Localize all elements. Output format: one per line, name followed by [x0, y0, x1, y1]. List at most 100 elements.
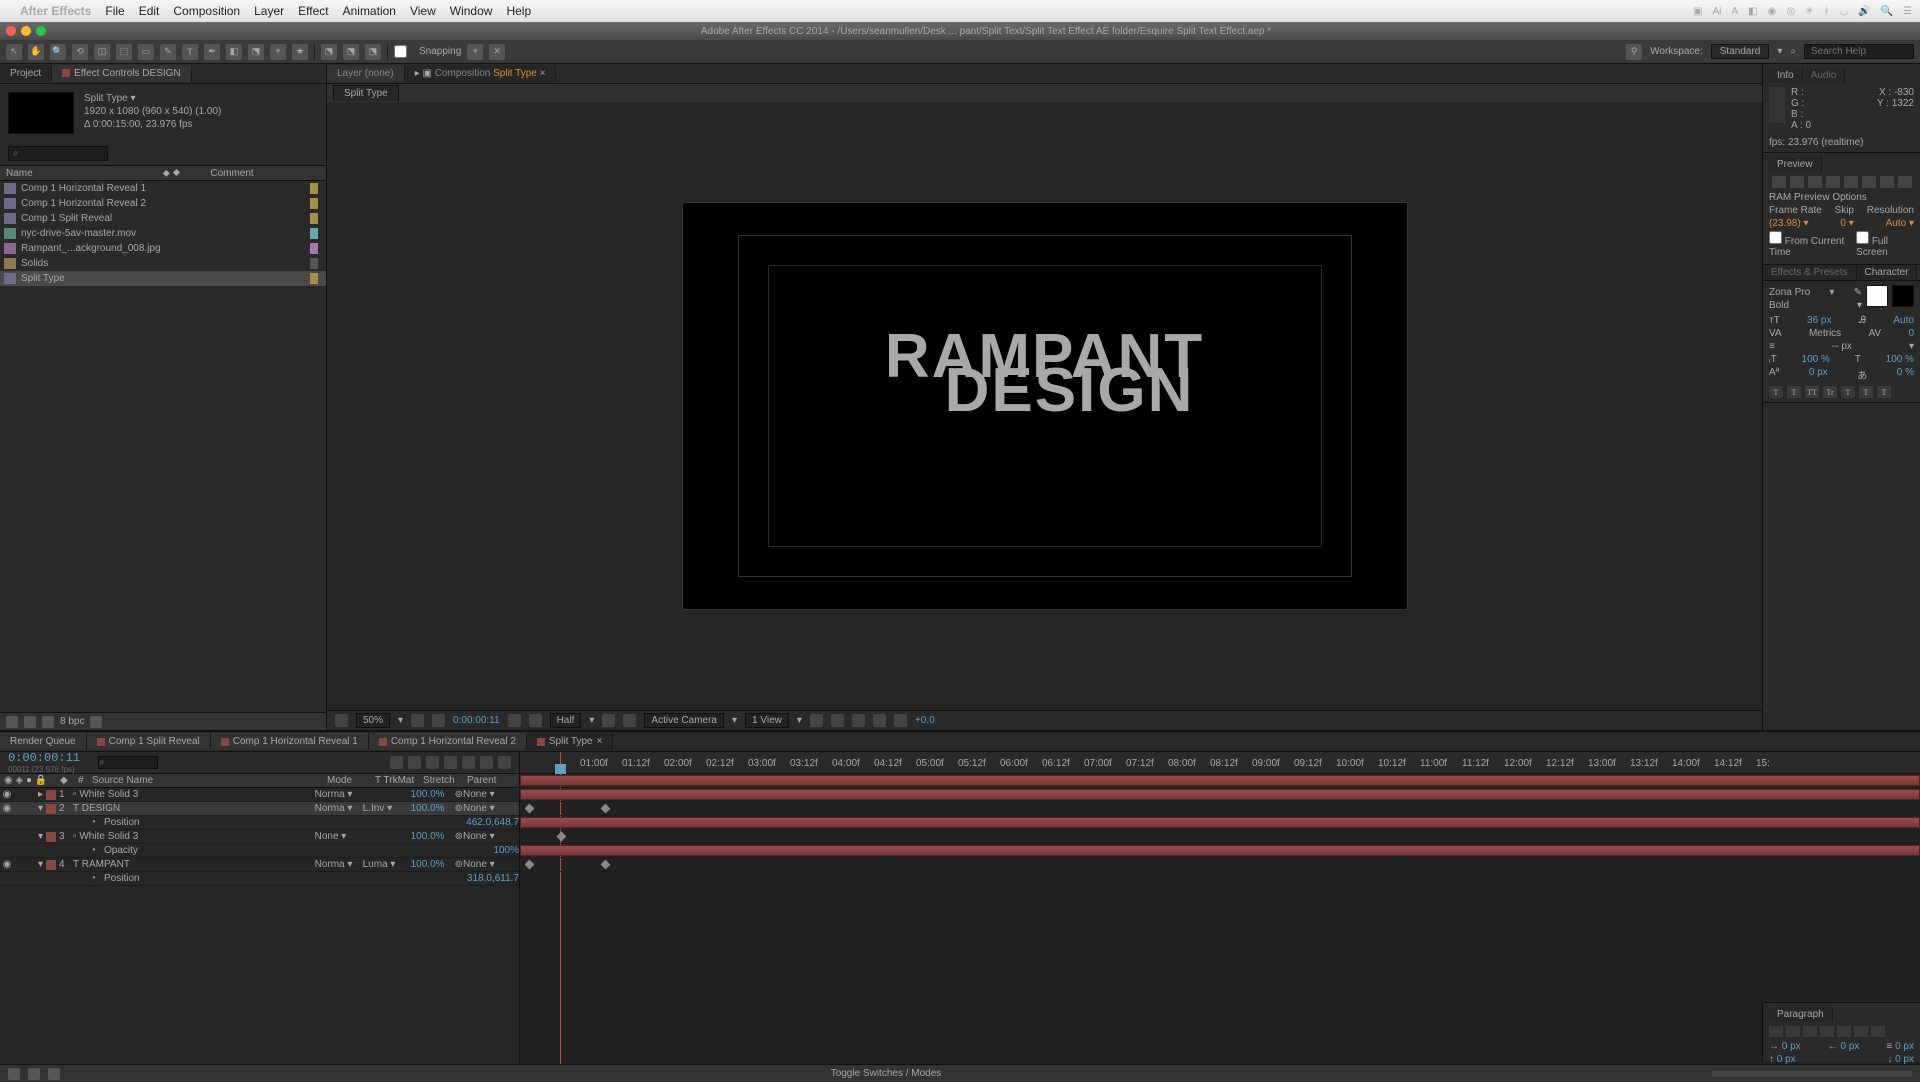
- stopwatch-icon[interactable]: ◔: [90, 845, 104, 856]
- track-row[interactable]: [520, 858, 1920, 872]
- type-tool[interactable]: T: [182, 44, 198, 60]
- draft-3d-icon[interactable]: [408, 756, 421, 769]
- hide-shy-icon[interactable]: [426, 756, 439, 769]
- parent-dropdown[interactable]: None ▾: [463, 803, 519, 814]
- menu-view[interactable]: View: [410, 4, 436, 18]
- brainstorm-icon[interactable]: [498, 756, 511, 769]
- close-tab-icon[interactable]: ×: [540, 68, 546, 79]
- faux-bold-button[interactable]: T: [1769, 386, 1783, 398]
- label-swatch[interactable]: [310, 183, 318, 194]
- keyframe[interactable]: [601, 804, 611, 814]
- wifi-icon[interactable]: ◡: [1839, 6, 1848, 17]
- workspace-dropdown[interactable]: Standard: [1711, 44, 1770, 59]
- stroke-width-value[interactable]: -- px: [1832, 341, 1852, 352]
- camera-tool[interactable]: ◫: [94, 44, 110, 60]
- menu-animation[interactable]: Animation: [343, 4, 396, 18]
- eraser-tool[interactable]: ⬔: [248, 44, 264, 60]
- selection-tool[interactable]: ↖: [6, 44, 22, 60]
- app-name[interactable]: After Effects: [20, 4, 91, 18]
- timeline-tracks[interactable]: 01:00f01:12f02:00f02:12f03:00f03:12f04:0…: [520, 752, 1920, 1064]
- zoom-tool[interactable]: 🔍: [50, 44, 66, 60]
- pen-tool[interactable]: ✎: [160, 44, 176, 60]
- bluetooth-icon[interactable]: ᚼ: [1823, 6, 1829, 17]
- align-left-button[interactable]: [1769, 1026, 1783, 1037]
- chevron-down-icon[interactable]: ▾: [797, 715, 802, 726]
- spotlight-icon[interactable]: 🔍: [1881, 6, 1893, 17]
- blend-mode-dropdown[interactable]: None ▾: [315, 831, 363, 842]
- frame-blend-icon[interactable]: [28, 1068, 40, 1080]
- world-axis-icon[interactable]: ⬔: [343, 44, 359, 60]
- stretch-value[interactable]: 100.0%: [411, 859, 455, 870]
- project-item[interactable]: Rampant_...ackground_008.jpg: [0, 241, 326, 256]
- blend-mode-dropdown[interactable]: Norma ▾: [315, 803, 363, 814]
- project-search-input[interactable]: [8, 146, 108, 161]
- label-swatch[interactable]: [310, 273, 318, 284]
- col-mode[interactable]: Mode: [323, 775, 371, 786]
- timeline-tab[interactable]: Comp 1 Horizontal Reveal 1: [211, 733, 369, 750]
- fill-color-swatch[interactable]: [1866, 285, 1888, 307]
- snapshot-icon[interactable]: [508, 714, 521, 727]
- project-item[interactable]: Comp 1 Horizontal Reveal 1: [0, 181, 326, 196]
- layer-label[interactable]: [46, 790, 56, 800]
- col-parent[interactable]: Parent: [463, 775, 519, 786]
- trash-icon[interactable]: [90, 716, 102, 728]
- track-row[interactable]: [520, 844, 1920, 858]
- status-icon[interactable]: ▣: [1693, 6, 1702, 17]
- from-current-checkbox[interactable]: [1769, 231, 1782, 244]
- effect-controls-tab[interactable]: Effect Controls DESIGN: [52, 65, 192, 82]
- clone-tool[interactable]: ◧: [226, 44, 242, 60]
- superscript-button[interactable]: T: [1841, 386, 1855, 398]
- chevron-down-icon[interactable]: ▾: [1829, 287, 1834, 298]
- full-screen-checkbox[interactable]: [1856, 231, 1869, 244]
- layer-name[interactable]: White Solid 3: [79, 831, 138, 842]
- label-swatch[interactable]: [310, 213, 318, 224]
- property-value[interactable]: 100%: [493, 845, 519, 856]
- track-row[interactable]: [520, 830, 1920, 844]
- status-icon[interactable]: A: [1731, 6, 1738, 17]
- always-preview-icon[interactable]: [335, 714, 348, 727]
- chevron-down-icon[interactable]: ▾: [732, 715, 737, 726]
- track-row[interactable]: [520, 816, 1920, 830]
- bpc-button[interactable]: 8 bpc: [60, 716, 84, 727]
- col-source[interactable]: Source Name: [88, 775, 323, 786]
- track-row[interactable]: [520, 802, 1920, 816]
- stretch-value[interactable]: 100.0%: [411, 831, 455, 842]
- menu-layer[interactable]: Layer: [254, 4, 284, 18]
- space-after-value[interactable]: 0 px: [1895, 1054, 1914, 1065]
- flowchart-icon[interactable]: [873, 714, 886, 727]
- project-item[interactable]: Split Type: [0, 271, 326, 286]
- tracking-value[interactable]: 0: [1908, 328, 1914, 339]
- project-item[interactable]: Comp 1 Horizontal Reveal 2: [0, 196, 326, 211]
- col-number[interactable]: #: [74, 775, 88, 786]
- chevron-down-icon[interactable]: ▾: [398, 715, 403, 726]
- property-value[interactable]: 318.0,611.7: [467, 873, 519, 884]
- stopwatch-icon[interactable]: ◔: [90, 817, 104, 828]
- puppet-tool[interactable]: ★: [292, 44, 308, 60]
- snap-option-icon[interactable]: ⌖: [467, 44, 483, 60]
- twirl-icon[interactable]: ▸: [38, 789, 43, 800]
- play-button[interactable]: [1808, 176, 1822, 188]
- layer-label[interactable]: [46, 804, 56, 814]
- label-swatch[interactable]: [310, 228, 318, 239]
- stopwatch-icon[interactable]: ◔: [90, 873, 104, 884]
- baseline-value[interactable]: 0 px: [1809, 367, 1828, 382]
- character-tab[interactable]: Character: [1857, 265, 1918, 280]
- layer-tab[interactable]: Layer (none): [327, 65, 405, 82]
- status-icon[interactable]: ✳: [1805, 6, 1813, 17]
- shape-tool[interactable]: ▭: [138, 44, 154, 60]
- timeline-search-input[interactable]: [98, 756, 158, 769]
- view-axis-icon[interactable]: ⬔: [365, 44, 381, 60]
- next-frame-button[interactable]: [1826, 176, 1840, 188]
- view-layout-dropdown[interactable]: 1 View: [745, 713, 789, 728]
- graph-editor-icon[interactable]: [480, 756, 493, 769]
- justify-last-right-button[interactable]: [1854, 1026, 1868, 1037]
- motion-blur-icon[interactable]: [462, 756, 475, 769]
- interpret-footage-icon[interactable]: [6, 716, 18, 728]
- subscript-button[interactable]: T: [1877, 386, 1891, 398]
- zoom-window-button[interactable]: [36, 26, 46, 36]
- zoom-slider[interactable]: [1712, 1071, 1912, 1077]
- reset-exposure-icon[interactable]: [894, 714, 907, 727]
- toggle-switches-modes-button[interactable]: Toggle Switches / Modes: [831, 1068, 942, 1079]
- layer-bar[interactable]: [520, 817, 1920, 828]
- parent-pickwhip-icon[interactable]: ⊚: [455, 831, 463, 842]
